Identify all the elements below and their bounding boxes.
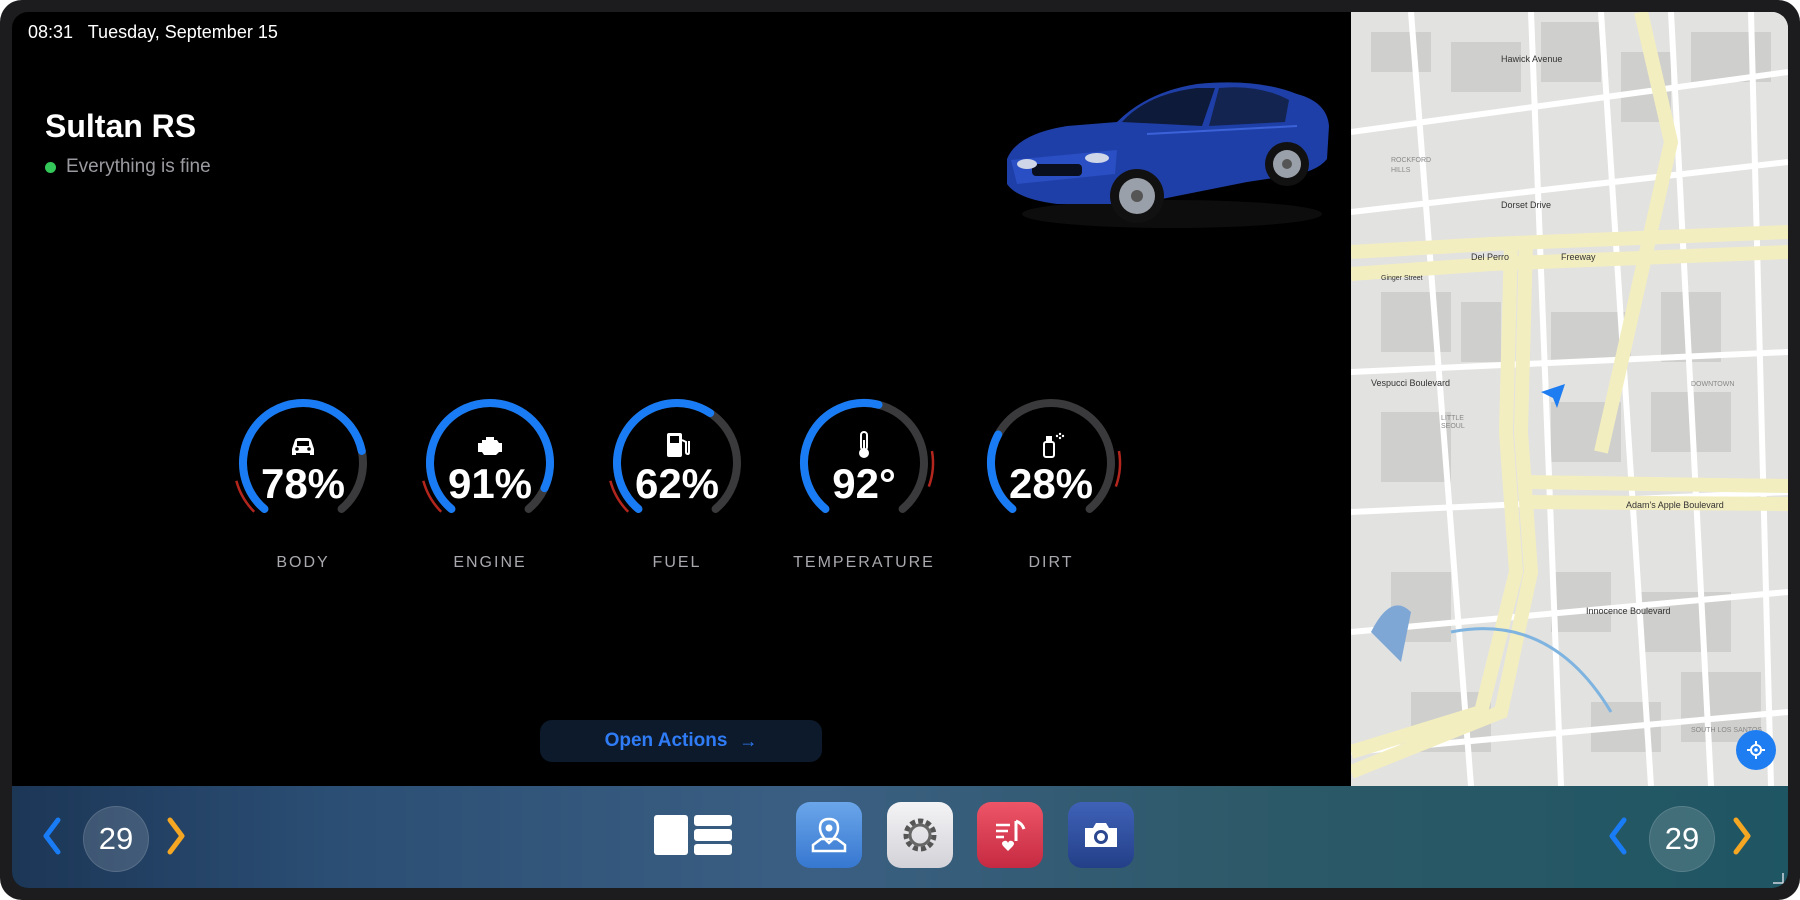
spray-bottle-icon: [1043, 432, 1065, 458]
svg-text:Vespucci Boulevard: Vespucci Boulevard: [1371, 378, 1450, 388]
gauge-value: 91%: [447, 460, 533, 507]
screen: 08:31 Tuesday, September 15 Sultan RS Ev…: [12, 12, 1788, 888]
svg-text:SEOUL: SEOUL: [1441, 423, 1465, 430]
gauge-label: TEMPERATURE: [793, 554, 935, 571]
settings-app-button[interactable]: [887, 802, 953, 868]
camera-icon: [1085, 823, 1117, 847]
resize-handle-icon[interactable]: [1772, 872, 1784, 884]
arrow-right-icon: →: [739, 730, 758, 751]
car-image: [1007, 82, 1329, 228]
page-counter-right: 29: [1649, 806, 1715, 872]
gear-icon: [903, 818, 937, 852]
status-bar: 08:31 Tuesday, September 15: [28, 22, 288, 43]
vehicle-status: Everything is fine: [45, 156, 211, 178]
vehicle-name: Sultan RS: [45, 108, 197, 144]
svg-text:Del Perro: Del Perro: [1471, 252, 1509, 262]
svg-text:Freeway: Freeway: [1561, 252, 1596, 262]
gauge-label: ENGINE: [453, 554, 527, 571]
chevron-right-icon[interactable]: [1724, 810, 1760, 862]
engine-icon: [478, 437, 502, 455]
map-pin-icon: [811, 817, 847, 853]
page-counter-left: 29: [83, 806, 149, 872]
open-actions-button[interactable]: Open Actions →: [540, 720, 822, 762]
music-app-button[interactable]: [977, 802, 1043, 868]
svg-text:Innocence Boulevard: Innocence Boulevard: [1586, 606, 1671, 616]
gauge-temperature: 92° TEMPERATURE: [789, 388, 939, 571]
gauge-value: 92°: [832, 460, 896, 507]
thermometer-icon: [859, 431, 869, 458]
gauge-body: 78% BODY: [228, 388, 378, 571]
open-actions-label: Open Actions: [604, 730, 728, 751]
svg-text:Adam's Apple Boulevard: Adam's Apple Boulevard: [1626, 500, 1724, 510]
svg-text:Hawick Avenue: Hawick Avenue: [1501, 54, 1562, 64]
svg-text:ROCKFORD: ROCKFORD: [1391, 157, 1431, 164]
status-date: Tuesday, September 15: [87, 22, 278, 42]
camera-app-button[interactable]: [1068, 802, 1134, 868]
dock: 29 29: [12, 786, 1788, 888]
gauge-fuel: 62% FUEL: [602, 388, 752, 571]
svg-text:HILLS: HILLS: [1391, 167, 1411, 174]
status-dot: [45, 161, 56, 173]
map-panel[interactable]: Hawick Avenue Del Perro Freeway Vespucci…: [1351, 12, 1788, 786]
gauge-label: BODY: [276, 554, 330, 571]
car-icon: [292, 438, 314, 455]
vehicle-status-text: Everything is fine: [66, 156, 211, 177]
status-time: 08:31: [28, 22, 74, 42]
svg-text:Dorset Drive: Dorset Drive: [1501, 200, 1551, 210]
locate-button[interactable]: [1736, 730, 1776, 770]
gauge-value: 28%: [1008, 460, 1094, 507]
layout-toggle-icon[interactable]: [654, 815, 732, 855]
gauge-engine: 91% ENGINE: [415, 388, 565, 571]
gauge-value: 62%: [634, 460, 720, 507]
gauge-label: DIRT: [1028, 554, 1074, 571]
chevron-left-icon[interactable]: [34, 810, 70, 862]
svg-text:DOWNTOWN: DOWNTOWN: [1691, 381, 1734, 388]
fuel-pump-icon: [667, 433, 690, 457]
chevron-left-icon[interactable]: [1600, 810, 1636, 862]
maps-app-button[interactable]: [796, 802, 862, 868]
gauge-value: 78%: [260, 460, 346, 507]
device-frame: 08:31 Tuesday, September 15 Sultan RS Ev…: [0, 0, 1800, 900]
gauge-label: FUEL: [652, 554, 702, 571]
crosshair-icon: [1747, 741, 1765, 759]
music-note-icon: [996, 819, 1026, 851]
map-canvas[interactable]: Hawick Avenue Del Perro Freeway Vespucci…: [1351, 12, 1788, 786]
gauge-dirt: 28% DIRT: [976, 388, 1126, 571]
svg-text:LITTLE: LITTLE: [1441, 415, 1464, 422]
chevron-right-icon[interactable]: [158, 810, 194, 862]
svg-text:Ginger Street: Ginger Street: [1381, 275, 1423, 282]
